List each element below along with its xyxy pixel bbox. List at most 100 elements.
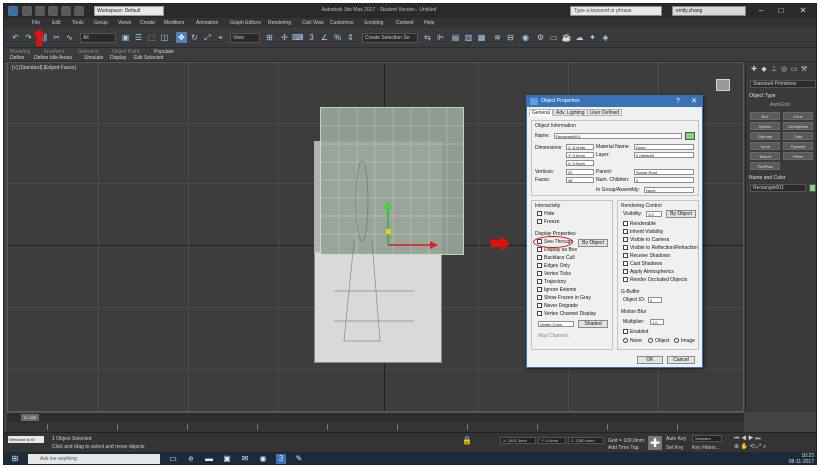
- menu-create[interactable]: Create: [140, 18, 155, 28]
- undo-toolbar-icon[interactable]: ↶: [10, 32, 21, 43]
- tab-adv-lighting[interactable]: Adv. Lighting: [553, 109, 588, 116]
- by-object-render-button[interactable]: By Object: [666, 210, 696, 218]
- angle-snap-icon[interactable]: ∠: [319, 32, 330, 43]
- photos-icon[interactable]: ✎: [294, 454, 304, 464]
- lock-selection-icon[interactable]: 🔒: [462, 436, 472, 446]
- menu-civil-view[interactable]: Civil View: [302, 18, 324, 28]
- window-crossing-icon[interactable]: ◫: [159, 32, 170, 43]
- viewport-navigation-icons[interactable]: ⊕ ✋ ⟲ ⤢ ⌕: [734, 444, 814, 451]
- menu-help[interactable]: Help: [424, 18, 434, 28]
- file-explorer-icon[interactable]: ▬: [204, 454, 214, 464]
- user-account[interactable]: emily.zhang: [672, 6, 746, 16]
- playback-controls[interactable]: ⏮ ◀ ▶ ⏭: [734, 436, 794, 443]
- visibility-value[interactable]: 1.0: [646, 211, 662, 217]
- store-icon[interactable]: ▣: [222, 454, 232, 464]
- menu-graph-editors[interactable]: Graph Editors: [230, 18, 261, 28]
- edges-only-checkbox[interactable]: Edges Only: [537, 263, 570, 269]
- edge-browser-icon[interactable]: e: [186, 454, 196, 464]
- taskbar-search-input[interactable]: Ask me anything: [28, 454, 160, 464]
- toggle-ribbon-icon[interactable]: ▦: [476, 32, 487, 43]
- trajectory-checkbox[interactable]: Trajectory: [537, 279, 566, 285]
- toggle-scene-explorer-icon[interactable]: ▤: [450, 32, 461, 43]
- open-file-icon[interactable]: [35, 6, 45, 16]
- rendered-frame-window-icon[interactable]: ▭: [548, 32, 559, 43]
- plane-button[interactable]: Plane: [783, 152, 813, 160]
- pivot-center-icon[interactable]: ⊞: [264, 32, 275, 43]
- object-name-input[interactable]: Rectangle001: [554, 133, 682, 139]
- chrome-icon[interactable]: ◉: [258, 454, 268, 464]
- torus-button[interactable]: Torus: [750, 142, 780, 150]
- menu-animation[interactable]: Animation: [196, 18, 218, 28]
- autogrid-checkbox[interactable]: AutoGrid: [770, 101, 790, 109]
- apply-atmospherics-checkbox[interactable]: Apply Atmospherics: [623, 269, 674, 275]
- primitive-type-dropdown[interactable]: Standard Primitives: [750, 80, 816, 88]
- pyramid-button[interactable]: Pyramid: [783, 142, 813, 150]
- backface-cull-checkbox[interactable]: Backface Cull: [537, 255, 575, 261]
- menu-modifiers[interactable]: Modifiers: [164, 18, 184, 28]
- menu-views[interactable]: Views: [118, 18, 131, 28]
- ribbon-define[interactable]: Define: [10, 55, 24, 61]
- z-coordinate-field[interactable]: Z: 2280.4mm: [568, 437, 604, 444]
- workspace-dropdown[interactable]: Workspace: Default: [94, 6, 164, 16]
- name-color-header[interactable]: Name and Color: [749, 174, 785, 182]
- menu-group[interactable]: Group: [94, 18, 108, 28]
- blur-object-radio[interactable]: Object: [648, 338, 669, 344]
- visible-to-camera-checkbox[interactable]: Visible to Camera: [623, 237, 669, 243]
- vertex-channel-display-checkbox[interactable]: Vertex Channel Display: [537, 311, 596, 317]
- receive-shadows-checkbox[interactable]: Receive Shadows: [623, 253, 670, 259]
- dialog-help-button[interactable]: ?: [673, 96, 683, 107]
- reference-coordinate-dropdown[interactable]: View: [230, 33, 260, 43]
- object-color-swatch[interactable]: [685, 132, 695, 140]
- menu-content[interactable]: Content: [396, 18, 414, 28]
- ribbon-edit-selected[interactable]: Edit Selected: [134, 55, 163, 61]
- schematic-view-icon[interactable]: ⊟: [505, 32, 516, 43]
- cylinder-button[interactable]: Cylinder: [750, 132, 780, 140]
- render-production-icon[interactable]: ☕: [561, 32, 572, 43]
- task-view-icon[interactable]: ▭: [168, 454, 178, 464]
- select-and-move-icon[interactable]: ✥: [176, 32, 187, 43]
- cancel-button[interactable]: Cancel: [667, 356, 695, 364]
- rectangular-selection-icon[interactable]: ⬚: [146, 32, 157, 43]
- by-object-button[interactable]: By Object: [578, 239, 608, 247]
- textplus-button[interactable]: TextPlus: [750, 162, 780, 170]
- renderable-checkbox[interactable]: Renderable: [623, 221, 656, 227]
- vertex-color-dropdown[interactable]: Vertex Color: [538, 321, 574, 327]
- snaps-toggle-icon[interactable]: 3: [306, 32, 317, 43]
- modify-tab-icon[interactable]: ◆: [760, 66, 768, 74]
- ribbon-display[interactable]: Display: [110, 55, 126, 61]
- keyboard-shortcut-icon[interactable]: ⌨: [292, 32, 304, 43]
- select-and-place-icon[interactable]: ⌖: [215, 32, 226, 43]
- undo-icon[interactable]: [61, 6, 71, 16]
- utilities-tab-icon[interactable]: ⚒: [800, 66, 808, 74]
- select-manipulate-icon[interactable]: ✢: [279, 32, 290, 43]
- 3dsmax-task-icon[interactable]: 3: [276, 454, 286, 464]
- display-as-box-checkbox[interactable]: Display as Box: [537, 247, 577, 253]
- menu-rendering[interactable]: Rendering: [268, 18, 291, 28]
- blur-none-radio[interactable]: None: [623, 338, 642, 344]
- bind-to-space-warp-icon[interactable]: ∿: [64, 32, 75, 43]
- timeline-ruler[interactable]: [7, 422, 744, 432]
- tube-button[interactable]: Tube: [783, 132, 813, 140]
- multiplier-value[interactable]: 1.0: [650, 319, 664, 325]
- sphere-button[interactable]: Sphere: [750, 122, 780, 130]
- a360-gallery-icon[interactable]: ✦: [587, 32, 598, 43]
- viewcube-icon[interactable]: [716, 79, 730, 91]
- render-in-cloud-icon[interactable]: ☁: [574, 32, 585, 43]
- render-occluded-objects-checkbox[interactable]: Render Occluded Objects: [623, 277, 687, 283]
- box-button[interactable]: Box: [750, 112, 780, 120]
- material-editor-icon[interactable]: ◉: [520, 32, 531, 43]
- set-key-big-icon[interactable]: ✚: [648, 436, 662, 450]
- keyword-search-input[interactable]: Type a keyword or phrase: [570, 6, 662, 16]
- select-and-scale-icon[interactable]: ⤢: [202, 32, 213, 43]
- ok-button[interactable]: OK: [637, 356, 663, 364]
- menu-scripting[interactable]: Scripting: [364, 18, 383, 28]
- object-name-field[interactable]: Rectangle001: [750, 184, 806, 192]
- ribbon-define-idle-areas[interactable]: Define Idle Areas: [34, 55, 72, 61]
- vertex-ticks-checkbox[interactable]: Vertex Ticks: [537, 271, 571, 277]
- mirror-icon[interactable]: ⇆: [422, 32, 433, 43]
- object-color-swatch[interactable]: [809, 184, 816, 192]
- show-frozen-in-gray-checkbox[interactable]: Show Frozen in Gray: [537, 295, 591, 301]
- inherit-visibility-checkbox[interactable]: Inherit Visibility: [623, 229, 663, 235]
- align-icon[interactable]: ⊫: [435, 32, 446, 43]
- time-slider-thumb[interactable]: 0 / 100: [21, 414, 39, 421]
